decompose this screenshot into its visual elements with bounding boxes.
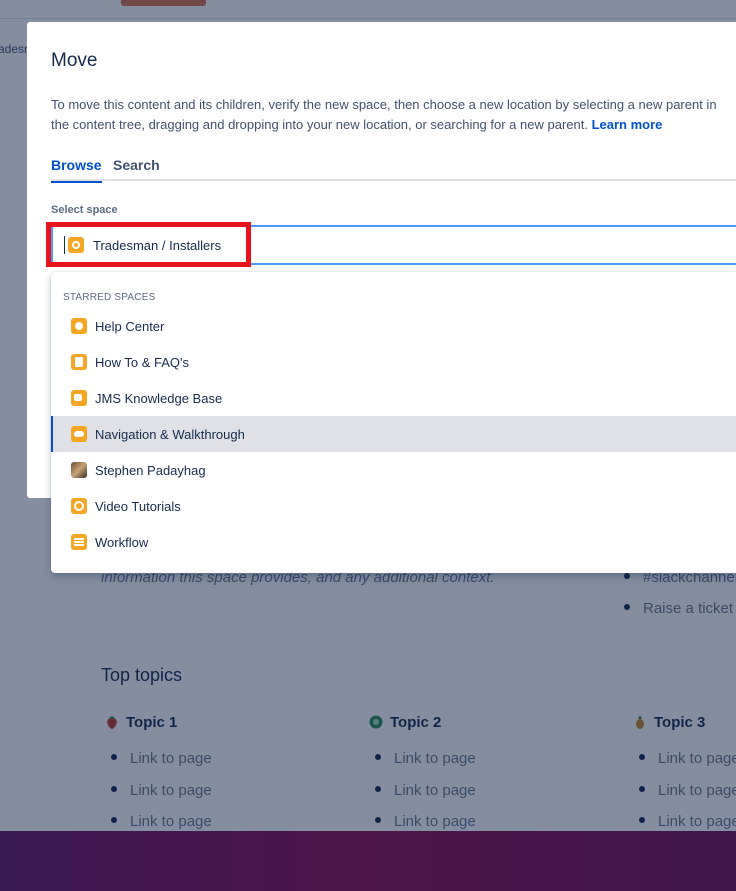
selected-space-text: Tradesman / Installers — [93, 237, 222, 253]
knowledge-base-space-icon — [71, 390, 87, 406]
footer-band — [0, 831, 736, 891]
tradesman-space-icon — [68, 237, 84, 253]
navigation-space-icon — [71, 426, 87, 442]
space-dropdown-menu: STARRED SPACES Help Center How To & FAQ'… — [51, 272, 736, 573]
space-option-video-tutorials[interactable]: Video Tutorials — [51, 488, 736, 524]
learn-more-link[interactable]: Learn more — [592, 117, 663, 132]
space-option-stephen-padayhag[interactable]: Stephen Padayhag — [51, 452, 736, 488]
workflow-space-icon — [71, 534, 87, 550]
text-caret — [64, 236, 65, 254]
dialog-description: To move this content and its children, v… — [51, 97, 717, 132]
select-space-label: Select space — [51, 204, 118, 216]
space-option-workflow[interactable]: Workflow — [51, 524, 736, 560]
space-option-navigation-walkthrough[interactable]: Navigation & Walkthrough — [51, 416, 736, 452]
space-option-jms-knowledge-base[interactable]: JMS Knowledge Base — [51, 380, 736, 416]
tab-search[interactable]: Search — [113, 157, 160, 181]
space-option-help-center[interactable]: Help Center — [51, 308, 736, 344]
user-avatar-icon — [71, 462, 87, 478]
dialog-title: Move — [51, 50, 98, 71]
space-select-value[interactable]: Tradesman / Installers — [64, 234, 221, 256]
space-option-how-to-faq[interactable]: How To & FAQ's — [51, 344, 736, 380]
video-space-icon — [71, 498, 87, 514]
tab-browse[interactable]: Browse — [51, 157, 102, 183]
book-space-icon — [71, 354, 87, 370]
help-center-space-icon — [71, 318, 87, 334]
starred-spaces-heading: STARRED SPACES — [63, 292, 156, 303]
tab-bar: Browse Search — [51, 157, 736, 183]
